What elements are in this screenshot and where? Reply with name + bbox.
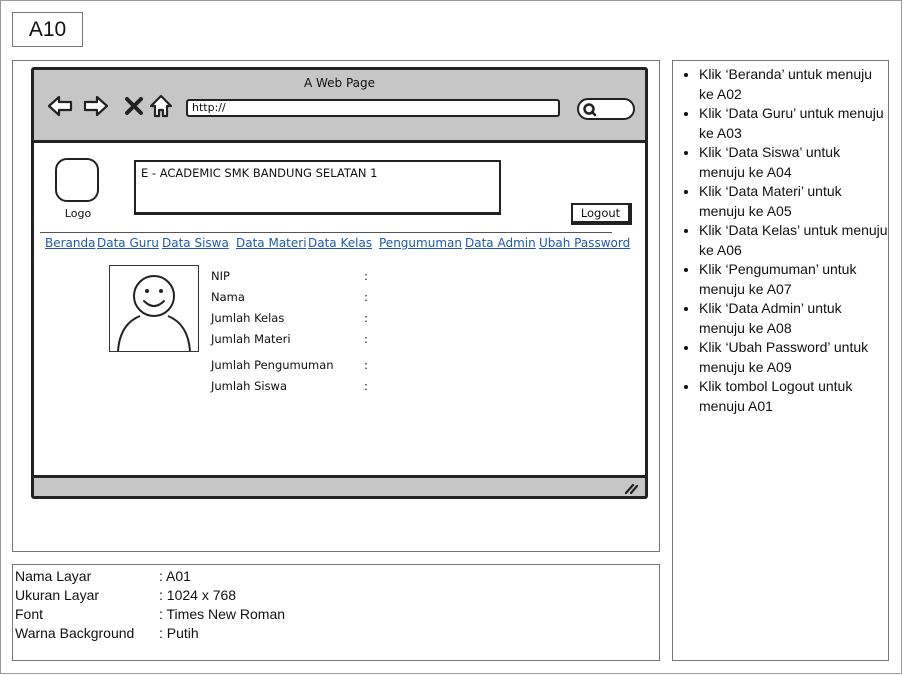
navigation-notes-panel: Klik ‘Beranda’ untuk menuju ke A02 Klik … [672,60,889,661]
menu-link-ubah-password[interactable]: Ubah Password [539,236,630,250]
field-separator: : [364,269,368,283]
note-item: Klik ‘Pengumuman’ untuk menuju ke A07 [699,260,888,299]
note-item: Klik ‘Data Siswa’ untuk menuju ke A04 [699,143,888,182]
menu-link-pengumuman[interactable]: Pengumuman [379,236,462,250]
field-label-nama: Nama [211,290,245,304]
page-id-label: A10 [12,12,83,47]
browser-search-field[interactable] [577,98,635,120]
note-item: Klik ‘Data Kelas’ untuk menuju ke A06 [699,221,888,260]
screen-info-panel: Nama Layar : A01 Ukuran Layar : 1024 x 7… [12,564,660,661]
logout-button[interactable]: Logout [571,203,632,225]
note-item: Klik ‘Ubah Password’ untuk menuju ke A09 [699,338,888,377]
avatar [109,265,199,352]
menu-link-data-guru[interactable]: Data Guru [97,236,159,250]
menu-link-data-siswa[interactable]: Data Siswa [162,236,229,250]
note-item: Klik ‘Data Materi’ untuk menuju ke A05 [699,182,888,221]
back-arrow-icon[interactable] [46,92,74,120]
info-value: : Times New Roman [159,606,286,622]
search-icon [583,103,597,117]
note-item: Klik ‘Data Admin’ untuk menuju ke A08 [699,299,888,338]
field-separator: : [364,358,368,372]
menu-link-data-materi[interactable]: Data Materi [236,236,307,250]
field-label-jumlah-pengumuman: Jumlah Pengumuman [211,358,334,372]
field-label-jumlah-kelas: Jumlah Kelas [211,311,285,325]
menu-link-beranda[interactable]: Beranda [45,236,95,250]
info-label: Ukuran Layar [15,587,100,603]
menu-link-data-admin[interactable]: Data Admin [465,236,536,250]
url-input[interactable]: http:// [186,99,560,117]
field-separator: : [364,290,368,304]
logo-label: Logo [64,207,92,220]
window-title: A Web Page [303,76,376,90]
browser-window: A Web Page http:// Logo E - ACADEMIC SMK… [31,67,648,499]
field-separator: : [364,311,368,325]
app-title-text: E - ACADEMIC SMK BANDUNG SELATAN 1 [141,166,378,180]
resize-grip-icon[interactable] [623,481,639,495]
info-value: : Putih [159,625,199,641]
note-item: Klik tombol Logout untuk menuju A01 [699,377,888,416]
menu-divider [40,232,612,233]
note-item: Klik ‘Beranda’ untuk menuju ke A02 [699,65,888,104]
field-separator: : [364,379,368,393]
menu-link-data-kelas[interactable]: Data Kelas [308,236,372,250]
app-title-box: E - ACADEMIC SMK BANDUNG SELATAN 1 [134,160,501,215]
info-label: Warna Background [15,625,135,641]
forward-arrow-icon[interactable] [82,92,110,120]
logo-placeholder [55,158,99,202]
info-value: : 1024 x 768 [159,587,237,603]
field-label-jumlah-materi: Jumlah Materi [211,332,291,346]
note-item: Klik ‘Data Guru’ untuk menuju ke A03 [699,104,888,143]
browser-statusbar [34,475,645,496]
browser-toolbar: A Web Page http:// [34,70,645,143]
info-label: Nama Layar [15,568,92,584]
field-separator: : [364,332,368,346]
field-label-nip: NIP [211,269,230,283]
user-avatar-icon [117,275,191,352]
home-icon[interactable] [147,92,175,120]
stop-x-icon[interactable] [121,92,149,120]
navigation-notes-list: Klik ‘Beranda’ untuk menuju ke A02 Klik … [673,61,888,416]
info-value: : A01 [159,568,191,584]
info-label: Font [15,606,44,622]
field-label-jumlah-siswa: Jumlah Siswa [211,379,288,393]
